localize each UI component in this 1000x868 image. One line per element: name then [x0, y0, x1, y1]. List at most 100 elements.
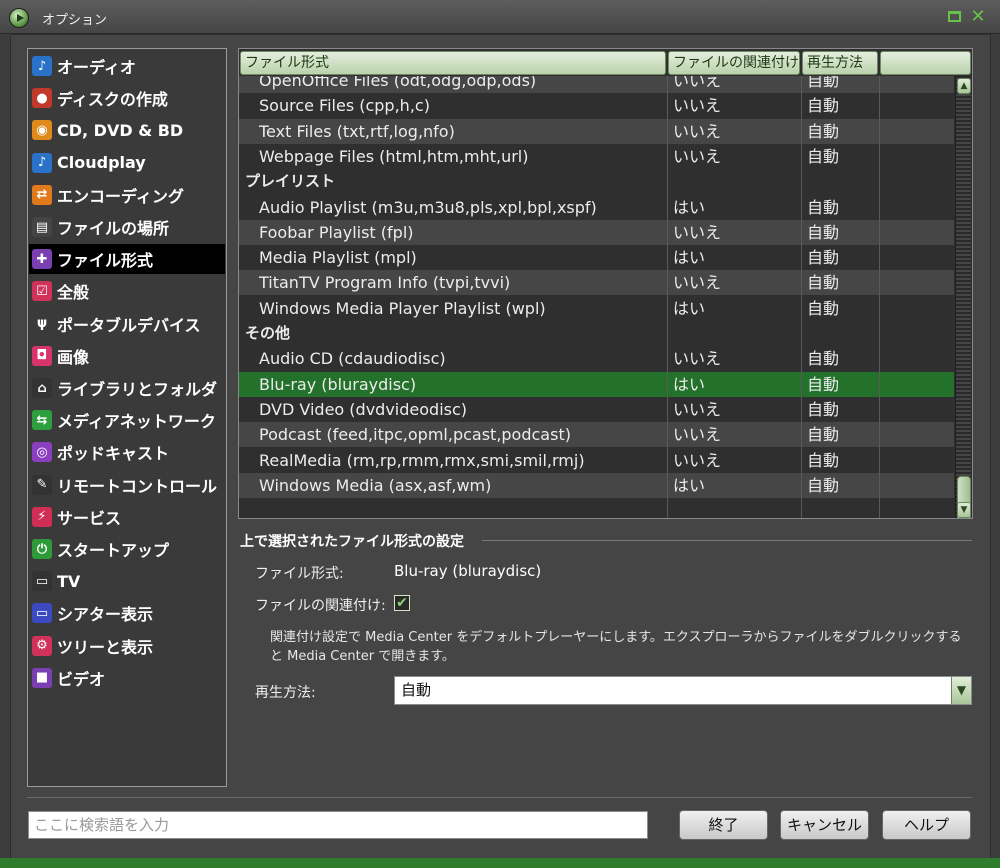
sidebar-item[interactable]: ⚙ ツリーと表示	[29, 631, 225, 661]
playback-select[interactable]: 自動 ▼	[394, 676, 972, 705]
association-description: 関連付け設定で Media Center をデフォルトプレーヤーにします。エクス…	[270, 630, 962, 664]
table-row[interactable]: Windows Media (asx,asf,wm) はい 自動	[239, 472, 954, 498]
cd-icon: ◉	[32, 120, 52, 141]
sidebar-item[interactable]: ⚡ サービス	[29, 502, 225, 532]
sidebar-item[interactable]: ✎ リモートコントロール	[29, 470, 225, 500]
vertical-scrollbar[interactable]: ▲ ▼	[955, 76, 971, 518]
sidebar-item[interactable]: ◎ ポッドキャスト	[29, 437, 225, 467]
cell-playback: 自動	[807, 222, 840, 242]
table-row[interactable]: DVD Video (dvdvideodisc) いいえ 自動	[239, 397, 954, 422]
cell-file-type: Source Files (cpp,h,c)	[259, 96, 430, 116]
column-header-association[interactable]: ファイルの関連付け	[668, 51, 800, 75]
cell-playback: 自動	[807, 298, 840, 318]
cell-association: いいえ	[673, 121, 722, 141]
music-note-icon: ♪	[32, 152, 52, 173]
cell-playback: 自動	[807, 374, 840, 394]
cell-association: いいえ	[673, 399, 722, 419]
cell-association: いいえ	[673, 450, 722, 470]
sidebar-item[interactable]: ▭ シアター表示	[29, 598, 225, 628]
column-divider	[667, 76, 668, 518]
footer-divider	[27, 797, 972, 798]
sidebar-item-label: リモートコントロール	[57, 476, 218, 496]
cell-association: いいえ	[673, 76, 722, 90]
sidebar-item[interactable]: ⌂ ライブラリとフォルダ	[29, 373, 225, 403]
sidebar-item-label: ファイル形式	[57, 251, 154, 271]
table-row[interactable]: Foobar Playlist (fpl) いいえ 自動	[239, 219, 954, 245]
sidebar-item[interactable]: ψ ポータブルデバイス	[29, 309, 225, 339]
sidebar-item[interactable]: ⇆ メディアネットワーク	[29, 405, 225, 435]
sidebar-item[interactable]: ■ ビデオ	[29, 663, 225, 693]
cell-association: いいえ	[673, 425, 722, 445]
help-button[interactable]: ヘルプ	[882, 810, 971, 840]
cell-file-type: Windows Media Player Playlist (wpl)	[259, 298, 546, 318]
sidebar-item[interactable]: ◉ CD, DVD & BD	[29, 115, 225, 145]
sidebar-item[interactable]: ✚ ファイル形式	[29, 244, 225, 275]
column-header-blank[interactable]	[880, 51, 971, 75]
cell-file-type: プレイリスト	[245, 172, 336, 191]
table-group-header[interactable]: プレイリスト	[239, 169, 954, 194]
sidebar-item-label: Cloudplay	[57, 153, 146, 173]
sidebar-item[interactable]: ⇄ エンコーディング	[29, 180, 225, 210]
tv-icon: ▭	[32, 571, 52, 592]
app-logo-icon	[9, 8, 29, 28]
podcast-icon: ◎	[32, 442, 52, 463]
cell-association: いいえ	[673, 349, 722, 369]
cell-file-type: RealMedia (rm,rp,rmm,rmx,smi,smil,rmj)	[259, 450, 585, 470]
plug-icon: ⚡	[32, 506, 52, 527]
table-row[interactable]: Blu-ray (bluraydisc) はい 自動	[239, 371, 954, 397]
cell-playback: 自動	[807, 450, 840, 470]
close-dialog-button[interactable]: 終了	[679, 810, 768, 840]
sidebar-item-label: 全般	[57, 283, 90, 303]
section-divider	[482, 540, 972, 541]
scroll-down-icon[interactable]: ▼	[957, 502, 971, 518]
close-icon[interactable]: ✕	[968, 7, 988, 27]
cell-file-type: Webpage Files (html,htm,mht,url)	[259, 146, 529, 166]
sidebar-item[interactable]: ◘ 画像	[29, 341, 225, 371]
cell-file-type: DVD Video (dvdvideodisc)	[259, 399, 468, 419]
table-row[interactable]: TitanTV Program Info (tvpi,tvvi) いいえ 自動	[239, 270, 954, 296]
cell-association: いいえ	[673, 146, 722, 166]
cell-playback: 自動	[807, 475, 840, 495]
maximize-icon[interactable]	[944, 7, 964, 27]
table-group-header[interactable]: その他	[239, 321, 954, 346]
sidebar-item-label: シアター表示	[57, 605, 154, 625]
sidebar-item[interactable]: ● ディスクの作成	[29, 83, 225, 113]
remote-icon: ✎	[32, 474, 52, 495]
cancel-button[interactable]: キャンセル	[780, 810, 869, 840]
chevron-down-icon[interactable]: ▼	[951, 677, 971, 704]
association-checkbox[interactable]: ✔	[394, 595, 410, 611]
music-note-icon: ♪	[32, 56, 52, 76]
sidebar-item[interactable]: ♪ オーディオ	[29, 51, 225, 81]
cell-association: はい	[673, 374, 706, 394]
table-row[interactable]: RealMedia (rm,rp,rmm,rmx,smi,smil,rmj) いい…	[239, 448, 954, 473]
sidebar-item[interactable]: ♪ Cloudplay	[29, 148, 225, 178]
sidebar-item-label: サービス	[57, 508, 122, 528]
cell-association: いいえ	[673, 222, 722, 242]
table-row[interactable]: Audio Playlist (m3u,m3u8,pls,xpl,bpl,xsp…	[239, 195, 954, 220]
gear-icon: ⚙	[32, 635, 52, 656]
table-row[interactable]: Media Playlist (mpl) はい 自動	[239, 245, 954, 270]
usb-icon: ψ	[32, 313, 52, 334]
column-header-file-type[interactable]: ファイル形式	[240, 51, 666, 75]
file-type-table: ファイル形式 ファイルの関連付け 再生方法 OpenOffice Files (…	[238, 48, 973, 519]
sidebar-item[interactable]: ☑ 全般	[29, 276, 225, 306]
table-row[interactable]: Source Files (cpp,h,c) いいえ 自動	[239, 93, 954, 118]
table-row[interactable]: Windows Media Player Playlist (wpl) はい 自動	[239, 296, 954, 321]
table-row[interactable]: Text Files (txt,rtf,log,nfo) いいえ 自動	[239, 118, 954, 144]
search-input[interactable]	[28, 811, 648, 839]
table-row[interactable]: Audio CD (cdaudiodisc) いいえ 自動	[239, 346, 954, 371]
table-row[interactable]: Webpage Files (html,htm,mht,url) いいえ 自動	[239, 144, 954, 169]
table-row[interactable]: OpenOffice Files (odt,odg,odp,ods) いいえ 自動	[239, 76, 954, 93]
sidebar-item[interactable]: ⏻ スタートアップ	[29, 534, 225, 564]
sidebar-item-label: ビデオ	[57, 669, 106, 689]
table-row[interactable]: Podcast (feed,itpc,opml,pcast,podcast) いい…	[239, 422, 954, 448]
scroll-up-icon[interactable]: ▲	[957, 78, 971, 94]
cell-association: はい	[673, 298, 706, 318]
cell-association: いいえ	[673, 273, 722, 293]
sidebar-item[interactable]: ▭ TV	[29, 566, 225, 596]
file-type-value: Blu-ray (bluraydisc)	[394, 562, 542, 580]
cell-file-type: OpenOffice Files (odt,odg,odp,ods)	[259, 76, 537, 90]
cell-association: いいえ	[673, 96, 722, 116]
sidebar-item[interactable]: ▤ ファイルの場所	[29, 212, 225, 242]
column-header-playback[interactable]: 再生方法	[802, 51, 878, 75]
